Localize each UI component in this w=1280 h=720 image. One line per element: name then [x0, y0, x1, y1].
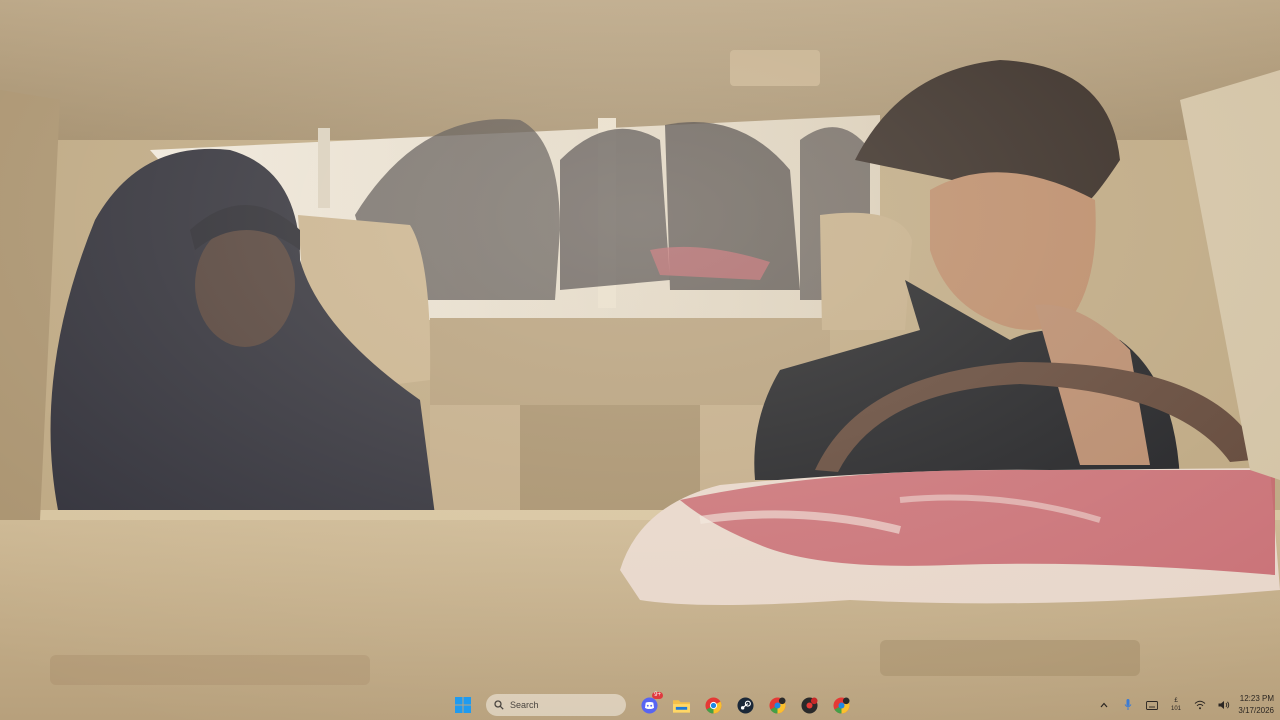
file-explorer-icon: [672, 699, 690, 713]
tray-keyboard[interactable]: [1143, 694, 1161, 716]
taskbar-app-steam[interactable]: [732, 692, 758, 718]
notification-badge: 9+: [652, 692, 663, 699]
taskbar-app-discord[interactable]: 9+: [636, 692, 663, 718]
language-symbol: £: [1174, 698, 1178, 704]
chevron-up-icon: [1100, 702, 1108, 708]
taskbar-center: Search 9+: [450, 692, 854, 718]
show-hidden-icons-button[interactable]: [1095, 694, 1113, 716]
taskbar-clock[interactable]: 12:23 PM 3/17/2026: [1222, 693, 1274, 717]
taskbar: Search 9+ £ 101 12:23 PM 3/17/2026: [0, 690, 1280, 720]
steam-icon: [736, 696, 754, 714]
microphone-icon: [1124, 699, 1132, 710]
taskbar-app-chrome-profile-1[interactable]: [764, 692, 790, 718]
language-code: 101: [1170, 706, 1181, 712]
taskbar-app-file-explorer[interactable]: [668, 692, 694, 718]
system-tray: £ 101: [1095, 692, 1233, 718]
taskbar-search-box[interactable]: Search: [486, 694, 626, 716]
chrome-profile-icon: [832, 696, 850, 714]
taskbar-app-chrome[interactable]: [700, 692, 726, 718]
input-language-indicator[interactable]: £ 101: [1167, 694, 1185, 716]
start-button[interactable]: [450, 692, 476, 718]
search-icon: [494, 700, 504, 710]
wallpaper-video-frame: [0, 0, 1280, 720]
tray-network[interactable]: [1191, 694, 1209, 716]
windows-icon: [455, 697, 471, 713]
clock-time: 12:23 PM: [1239, 694, 1274, 703]
keyboard-icon: [1146, 700, 1158, 710]
taskbar-app-chrome-profile-2[interactable]: [796, 692, 822, 718]
chrome-profile-icon: [768, 696, 786, 714]
desktop: Search 9+ £ 101 12:23 PM 3/17/2026: [0, 0, 1280, 720]
taskbar-app-chrome-profile-3[interactable]: [828, 692, 854, 718]
wifi-icon: [1194, 700, 1206, 710]
discord-icon: [640, 696, 658, 714]
clock-date: 3/17/2026: [1238, 706, 1274, 715]
chrome-icon: [704, 696, 722, 714]
tray-microphone[interactable]: [1119, 694, 1137, 716]
search-placeholder: Search: [510, 700, 539, 710]
chrome-profile-icon: [800, 696, 818, 714]
